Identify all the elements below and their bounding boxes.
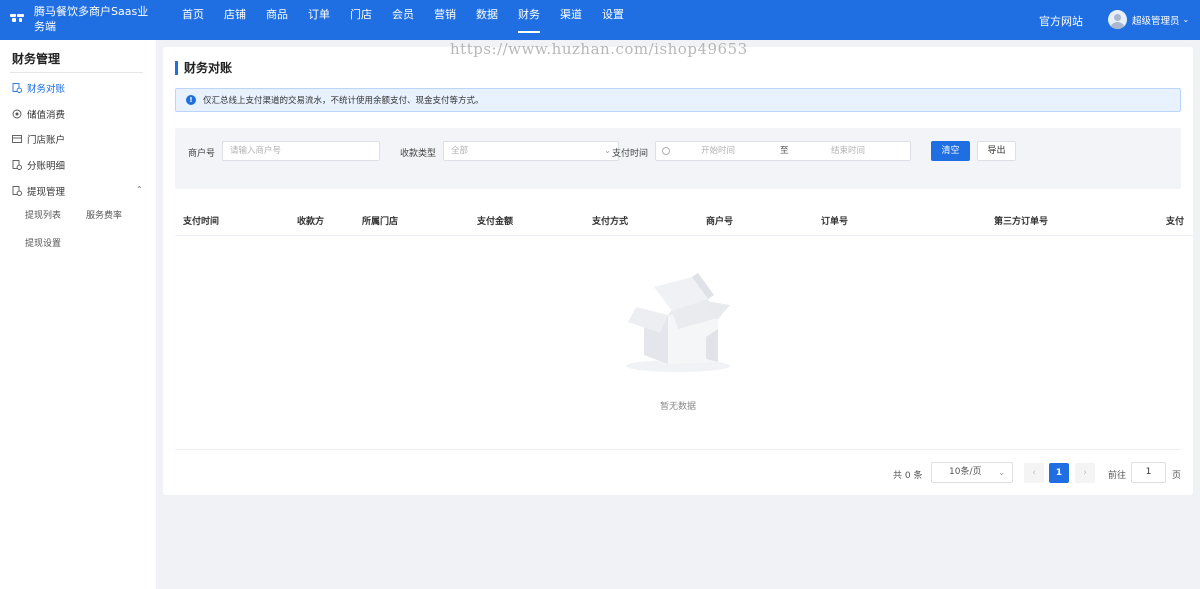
sidebar-item-stored-value[interactable]: 储值消费: [12, 107, 65, 121]
page-size-select[interactable]: 10条/页 ⌄: [931, 462, 1013, 483]
merchant-label: 商户号: [188, 149, 216, 159]
payment-type-label: 收款类型: [400, 149, 437, 159]
empty-state-text: 暂无数据: [659, 402, 696, 412]
sidebar-item-label: 门店账户: [27, 135, 66, 146]
clear-button[interactable]: 清空: [931, 141, 970, 161]
info-icon: !: [186, 95, 196, 105]
column-payee[interactable]: 收款方: [297, 214, 324, 227]
start-time-input[interactable]: 开始时间: [701, 142, 735, 160]
sidebar-item-label: 储值消费: [27, 110, 66, 121]
sidebar-item-reconciliation[interactable]: 财务对账: [12, 81, 65, 95]
notice-banner: ! 仅汇总线上支付渠道的交易流水，不统计使用余额支付、现金支付等方式。: [175, 88, 1181, 112]
nav-item-shop[interactable]: 店铺: [214, 0, 256, 40]
nav-item-data[interactable]: 数据: [466, 0, 508, 40]
column-merchant-no[interactable]: 商户号: [706, 214, 733, 227]
next-page-button[interactable]: ›: [1075, 463, 1095, 483]
sidebar-item-withdrawal-management[interactable]: 提现管理: [12, 184, 65, 198]
nav-item-stores[interactable]: 门店: [340, 0, 382, 40]
page-size-value: 10条/页: [949, 467, 982, 477]
nav-item-products[interactable]: 商品: [256, 0, 298, 40]
prev-page-button[interactable]: ‹: [1024, 463, 1044, 483]
top-navigation-bar: 腾马餐饮多商户Saas业务端 首页 店铺 商品 订单 门店 会员 营销 数据 财…: [0, 0, 1200, 40]
sidebar: 财务管理 财务对账 储值消费 门店账户 分账明细 提现管理 ⌃ 提现列表 服务费…: [0, 40, 156, 589]
payment-type-select[interactable]: 全部 ⌄: [443, 141, 619, 161]
nav-item-finance[interactable]: 财务: [508, 0, 550, 40]
brand-title: 腾马餐饮多商户Saas业务端: [34, 5, 149, 33]
column-payment-truncated[interactable]: 支付: [1166, 214, 1184, 227]
avatar: [1108, 10, 1127, 29]
official-site-link[interactable]: 官方网站: [1039, 13, 1083, 29]
page-1-button[interactable]: 1: [1049, 463, 1069, 483]
date-range-picker[interactable]: 开始时间 至 结束时间: [655, 141, 911, 161]
column-payment-time[interactable]: 支付时间: [183, 214, 219, 227]
sidebar-subitem-withdrawal-list[interactable]: 提现列表: [25, 208, 61, 221]
column-amount[interactable]: 支付金额: [477, 214, 513, 227]
export-button[interactable]: 导出: [977, 141, 1016, 161]
chevron-down-icon: ⌄: [998, 468, 1005, 477]
user-name: 超级管理员: [1132, 15, 1180, 27]
ledger-icon: [12, 160, 22, 170]
range-separator: 至: [780, 146, 789, 156]
nav-item-channels[interactable]: 渠道: [550, 0, 592, 40]
goto-label: 前往: [1108, 471, 1127, 481]
page-suffix: 页: [1172, 471, 1182, 481]
card-icon: [12, 134, 22, 144]
sidebar-divider: [10, 72, 143, 73]
sidebar-subitem-withdrawal-settings[interactable]: 提现设置: [25, 236, 61, 249]
nav-item-settings[interactable]: 设置: [592, 0, 634, 40]
goto-page-input[interactable]: 1: [1131, 462, 1166, 483]
column-third-party-order-no[interactable]: 第三方订单号: [994, 214, 1048, 227]
nav-item-orders[interactable]: 订单: [298, 0, 340, 40]
sidebar-subitem-service-rate[interactable]: 服务费率: [86, 208, 122, 221]
payment-type-value: 全部: [451, 146, 469, 156]
sidebar-item-label: 财务对账: [27, 84, 66, 95]
ledger-icon: [12, 83, 22, 93]
ledger-icon: [12, 186, 22, 196]
nav-item-home[interactable]: 首页: [172, 0, 214, 40]
notice-text: 仅汇总线上支付渠道的交易流水，不统计使用余额支付、现金支付等方式。: [203, 96, 484, 106]
content-card: 财务对账 ! 仅汇总线上支付渠道的交易流水，不统计使用余额支付、现金支付等方式。…: [163, 47, 1193, 495]
main-nav: 首页 店铺 商品 订单 门店 会员 营销 数据 财务 渠道 设置: [172, 0, 634, 40]
column-payment-method[interactable]: 支付方式: [592, 214, 628, 227]
sidebar-item-label: 提现管理: [27, 187, 66, 198]
column-order-no[interactable]: 订单号: [821, 214, 848, 227]
sidebar-item-split-details[interactable]: 分账明细: [12, 158, 65, 172]
pagination-total: 共 0 条: [893, 471, 923, 481]
merchant-input[interactable]: 请输入商户号: [222, 141, 380, 161]
sidebar-title: 财务管理: [12, 52, 61, 66]
column-store[interactable]: 所属门店: [362, 214, 398, 227]
filter-panel: 商户号 请输入商户号 收款类型 全部 ⌄ 支付时间 开始时间 至 结束时间 清空…: [175, 128, 1181, 189]
brand[interactable]: 腾马餐饮多商户Saas业务端: [10, 4, 160, 36]
empty-box-illustration: [618, 267, 738, 377]
end-time-input[interactable]: 结束时间: [831, 142, 865, 160]
payment-time-label: 支付时间: [612, 149, 649, 159]
chevron-down-icon: ⌄: [1182, 15, 1190, 24]
table-bottom-border: [175, 449, 1181, 450]
table-header: 支付时间 收款方 所属门店 支付金额 支付方式 商户号 订单号 第三方订单号 支…: [175, 202, 1193, 236]
page-title: 财务对账: [175, 61, 232, 75]
coin-icon: [12, 109, 22, 119]
sidebar-item-store-account[interactable]: 门店账户: [12, 132, 65, 146]
brand-logo-icon: [10, 13, 26, 23]
clock-icon: [662, 147, 670, 155]
user-menu[interactable]: 超级管理员 ⌄: [1108, 10, 1189, 29]
nav-item-members[interactable]: 会员: [382, 0, 424, 40]
watermark-text: https://www.huzhan.com/ishop49653: [450, 40, 748, 58]
nav-item-marketing[interactable]: 营销: [424, 0, 466, 40]
chevron-down-icon: ⌄: [604, 146, 611, 155]
sidebar-item-label: 分账明细: [27, 161, 66, 172]
chevron-up-icon[interactable]: ⌃: [136, 185, 143, 194]
